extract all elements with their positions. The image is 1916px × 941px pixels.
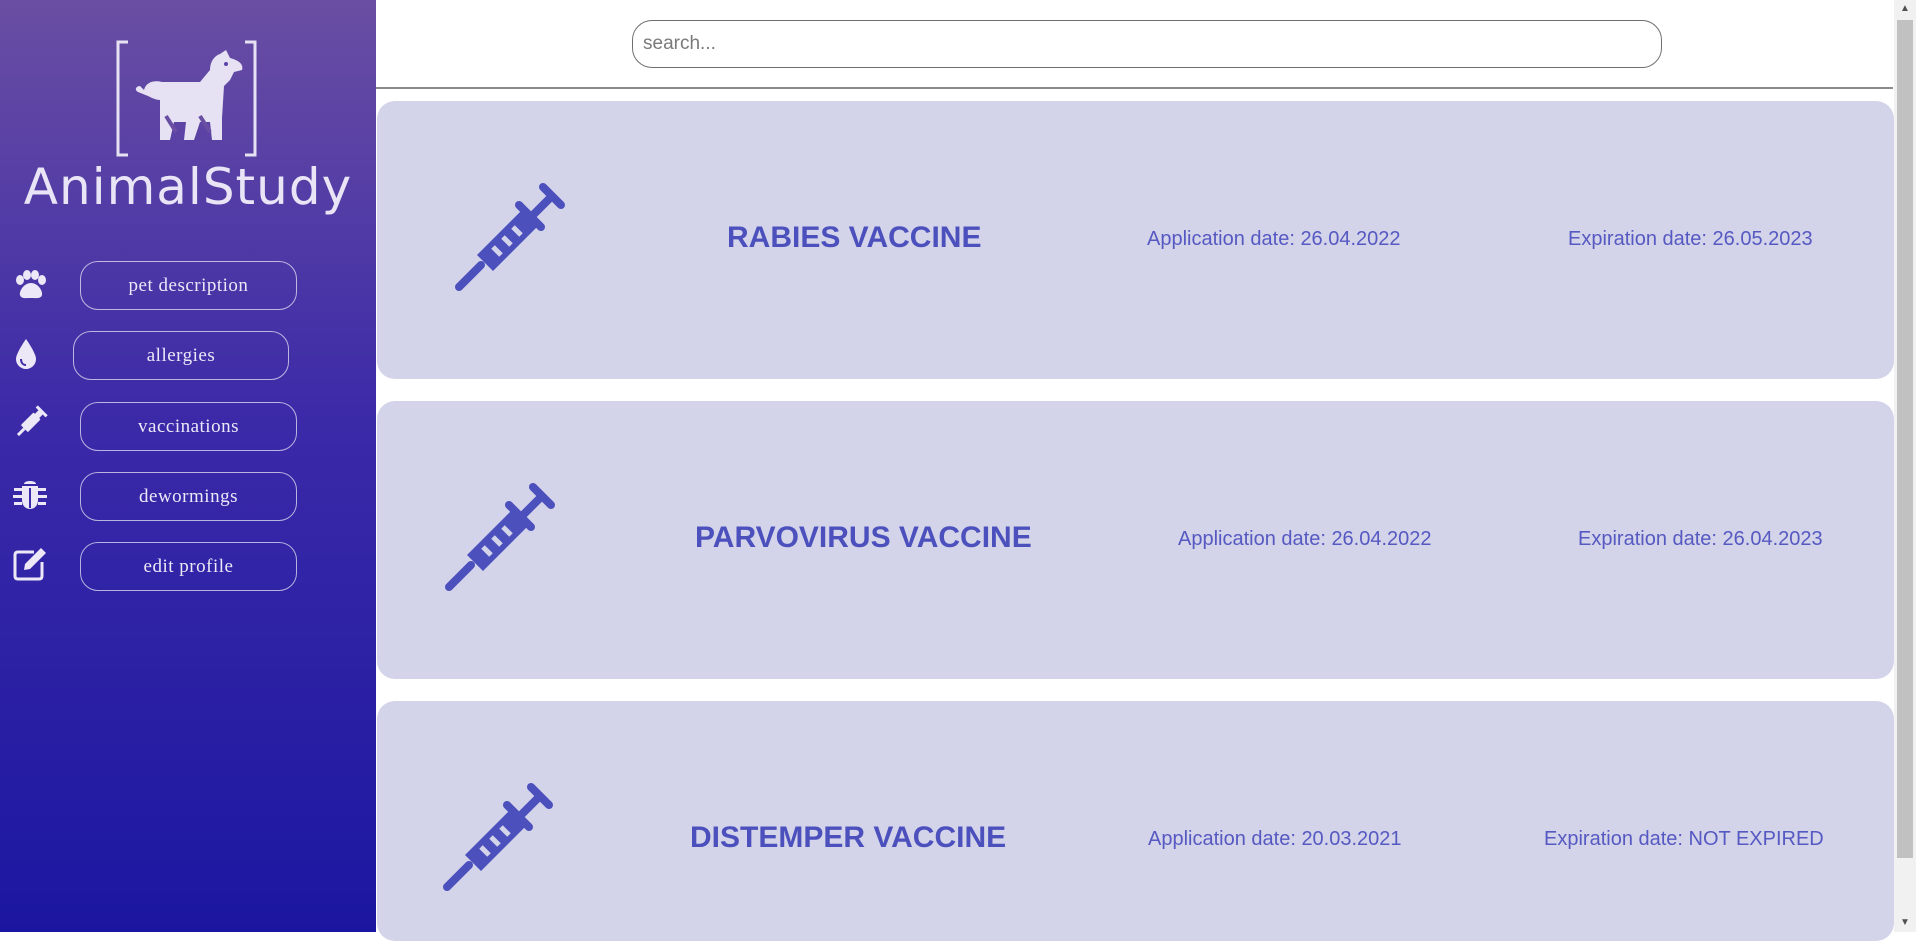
vaccine-name: DISTEMPER VACCINE xyxy=(690,821,1007,854)
vaccine-card[interactable]: PARVOVIRUS VACCINE Application date: 26.… xyxy=(377,401,1894,679)
brand-name: AnimalStudy xyxy=(23,158,353,216)
nav-pet-description-button[interactable]: pet description xyxy=(80,261,297,310)
nav-edit-profile-button[interactable]: edit profile xyxy=(80,542,297,591)
search-input[interactable] xyxy=(632,20,1662,68)
application-date: Application date: 26.04.2022 xyxy=(1147,228,1401,250)
nav-vaccinations-button[interactable]: vaccinations xyxy=(80,402,297,451)
vaccine-name: PARVOVIRUS VACCINE xyxy=(695,521,1032,554)
search-bar xyxy=(376,0,1893,89)
expiration-date: Expiration date: 26.05.2023 xyxy=(1568,228,1813,250)
droplet-icon xyxy=(16,339,36,369)
application-date: Application date: 26.04.2022 xyxy=(1178,528,1432,550)
edit-icon xyxy=(13,548,46,581)
syringe-icon xyxy=(455,183,565,291)
scroll-up-arrow-icon[interactable]: ▲ xyxy=(1894,0,1916,18)
syringe-icon xyxy=(16,405,48,437)
bug-icon xyxy=(13,481,47,509)
sidebar: AnimalStudy pet description allergies va… xyxy=(0,0,376,932)
expiration-date: Expiration date: NOT EXPIRED xyxy=(1544,828,1824,850)
main-content: RABIES VACCINE Application date: 26.04.2… xyxy=(376,0,1894,941)
vaccine-card[interactable]: DISTEMPER VACCINE Application date: 20.0… xyxy=(377,701,1894,941)
vertical-scrollbar[interactable]: ▲ ▼ xyxy=(1894,0,1916,932)
syringe-icon xyxy=(445,483,555,591)
syringe-icon xyxy=(443,783,553,891)
scroll-down-arrow-icon[interactable]: ▼ xyxy=(1894,914,1916,932)
vaccine-card[interactable]: RABIES VACCINE Application date: 26.04.2… xyxy=(377,101,1894,379)
dog-logo-icon xyxy=(116,40,257,157)
nav-dewormings-button[interactable]: dewormings xyxy=(80,472,297,521)
nav-allergies-button[interactable]: allergies xyxy=(73,331,289,380)
paw-icon xyxy=(16,270,46,299)
scrollbar-thumb[interactable] xyxy=(1897,20,1913,858)
application-date: Application date: 20.03.2021 xyxy=(1148,828,1402,850)
expiration-date: Expiration date: 26.04.2023 xyxy=(1578,528,1823,550)
vaccine-name: RABIES VACCINE xyxy=(727,221,982,254)
